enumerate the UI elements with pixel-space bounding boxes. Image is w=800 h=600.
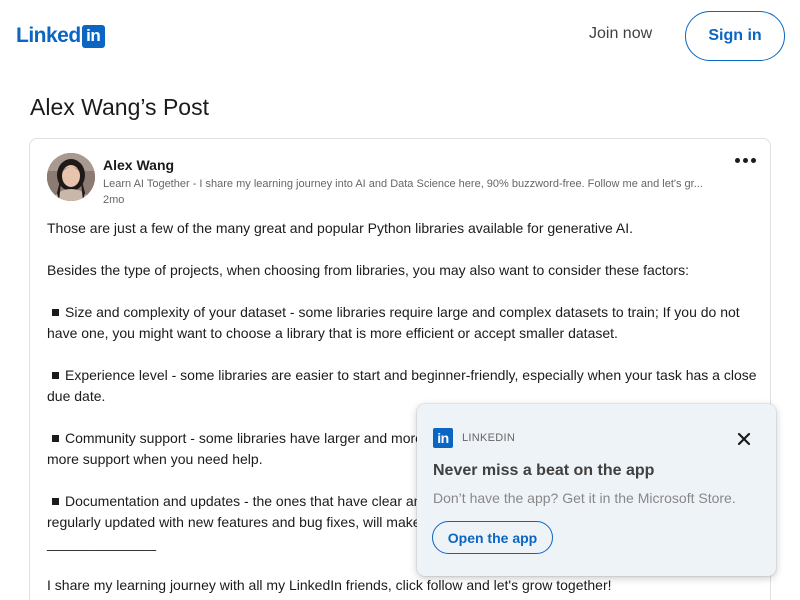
- toast-description: Don’t have the app? Get it in the Micros…: [433, 490, 736, 506]
- logo-wordmark: Linked: [16, 24, 81, 47]
- top-nav: Linked in Join now Sign in: [0, 0, 800, 72]
- page-title: Alex Wang’s Post: [30, 94, 209, 120]
- post-line: I share my learning journey with all my …: [47, 575, 759, 596]
- bullet-icon: [52, 435, 59, 443]
- post-line: Those are just a few of the many great a…: [47, 218, 759, 239]
- join-now-link[interactable]: Join now: [589, 25, 652, 43]
- post-line-text: Size and complexity of your dataset - so…: [65, 304, 740, 320]
- ellipsis-icon[interactable]: [733, 151, 757, 169]
- post-line-text: have one, you might want to choose a lib…: [47, 325, 618, 341]
- close-glyph: [737, 432, 751, 446]
- open-app-button[interactable]: Open the app: [432, 521, 553, 554]
- post-line-text: I share my learning journey with all my …: [47, 577, 612, 593]
- post-line: Size and complexity of your dataset - so…: [47, 302, 759, 323]
- post-timestamp: 2mo: [103, 194, 125, 206]
- bullet-icon: [52, 372, 59, 380]
- author-name[interactable]: Alex Wang: [103, 157, 174, 173]
- post-line-text: ______________: [47, 535, 157, 551]
- sign-in-button[interactable]: Sign in: [685, 11, 785, 61]
- linkedin-logo[interactable]: Linked in: [16, 23, 105, 49]
- bullet-icon: [52, 309, 59, 317]
- post-line-text: Those are just a few of the many great a…: [47, 220, 634, 236]
- close-icon[interactable]: [735, 430, 753, 448]
- toast-brand: LINKEDIN: [462, 432, 516, 444]
- page: Linked in Join now Sign in Alex Wang’s P…: [0, 0, 800, 600]
- avatar[interactable]: [47, 153, 95, 201]
- post-line: have one, you might want to choose a lib…: [47, 323, 759, 344]
- dot: [750, 157, 756, 163]
- post-line-text: due date.: [47, 388, 106, 404]
- post-line-text: more support when you need help.: [47, 451, 263, 467]
- post-line-text: Experience level - some libraries are ea…: [65, 367, 757, 383]
- author-headline: Learn AI Together - I share my learning …: [103, 178, 703, 190]
- linkedin-badge-icon: in: [433, 428, 453, 448]
- avatar-photo: [47, 153, 95, 201]
- post-line-text: Besides the type of projects, when choos…: [47, 262, 689, 278]
- logo-badge: in: [81, 24, 105, 48]
- post-line: Besides the type of projects, when choos…: [47, 260, 759, 281]
- dot: [742, 157, 748, 163]
- post-line: Experience level - some libraries are ea…: [47, 365, 759, 386]
- app-promo-toast: in LINKEDIN Never miss a beat on the app…: [417, 404, 776, 576]
- dot: [734, 157, 740, 163]
- bullet-icon: [52, 498, 59, 506]
- toast-title: Never miss a beat on the app: [433, 462, 655, 479]
